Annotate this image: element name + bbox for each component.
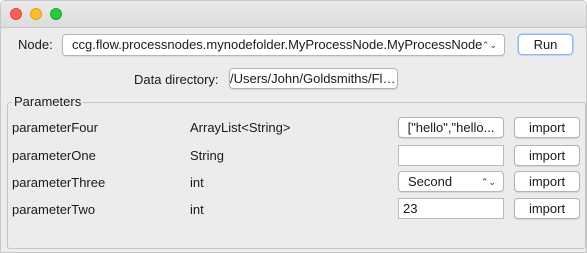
parameter-type: String [190, 148, 224, 163]
parameter-three-select[interactable]: Second ⌃⌄ [398, 171, 504, 192]
data-directory-label: Data directory: [134, 72, 219, 87]
node-label: Node: [18, 37, 53, 52]
parameter-name: parameterTwo [12, 202, 96, 217]
title-bar [1, 1, 586, 28]
minimize-window-button[interactable] [30, 8, 42, 20]
parameter-type: int [190, 175, 204, 190]
parameter-three-select-value: Second [408, 174, 453, 189]
parameter-type: int [190, 202, 204, 217]
node-select-value: ccg.flow.processnodes.mynodefolder.MyPro… [72, 37, 483, 52]
node-select[interactable]: ccg.flow.processnodes.mynodefolder.MyPro… [62, 34, 505, 56]
select-arrows-icon: ⌃⌄ [480, 177, 496, 187]
parameter-name: parameterOne [12, 148, 96, 163]
close-window-button[interactable] [10, 8, 22, 20]
maximize-window-button[interactable] [50, 8, 62, 20]
app-window: Node: ccg.flow.processnodes.mynodefolder… [0, 0, 587, 253]
parameter-one-input[interactable] [398, 145, 504, 166]
parameter-four-value-button[interactable]: ["hello","hello... [398, 117, 504, 138]
import-button[interactable]: import [514, 198, 580, 219]
import-button[interactable]: import [514, 145, 580, 166]
parameters-title: Parameters [12, 94, 84, 109]
run-button[interactable]: Run [518, 34, 573, 55]
data-directory-button[interactable]: /Users/John/Goldsmiths/FloWrDev [229, 68, 398, 89]
parameter-name: parameterThree [12, 175, 106, 190]
parameter-type: ArrayList<String> [190, 120, 291, 135]
import-button[interactable]: import [514, 171, 580, 192]
select-arrows-icon: ⌃⌄ [481, 40, 497, 50]
parameter-two-input[interactable]: 23 [398, 198, 504, 219]
import-button[interactable]: import [514, 117, 580, 138]
parameter-name: parameterFour [12, 120, 98, 135]
